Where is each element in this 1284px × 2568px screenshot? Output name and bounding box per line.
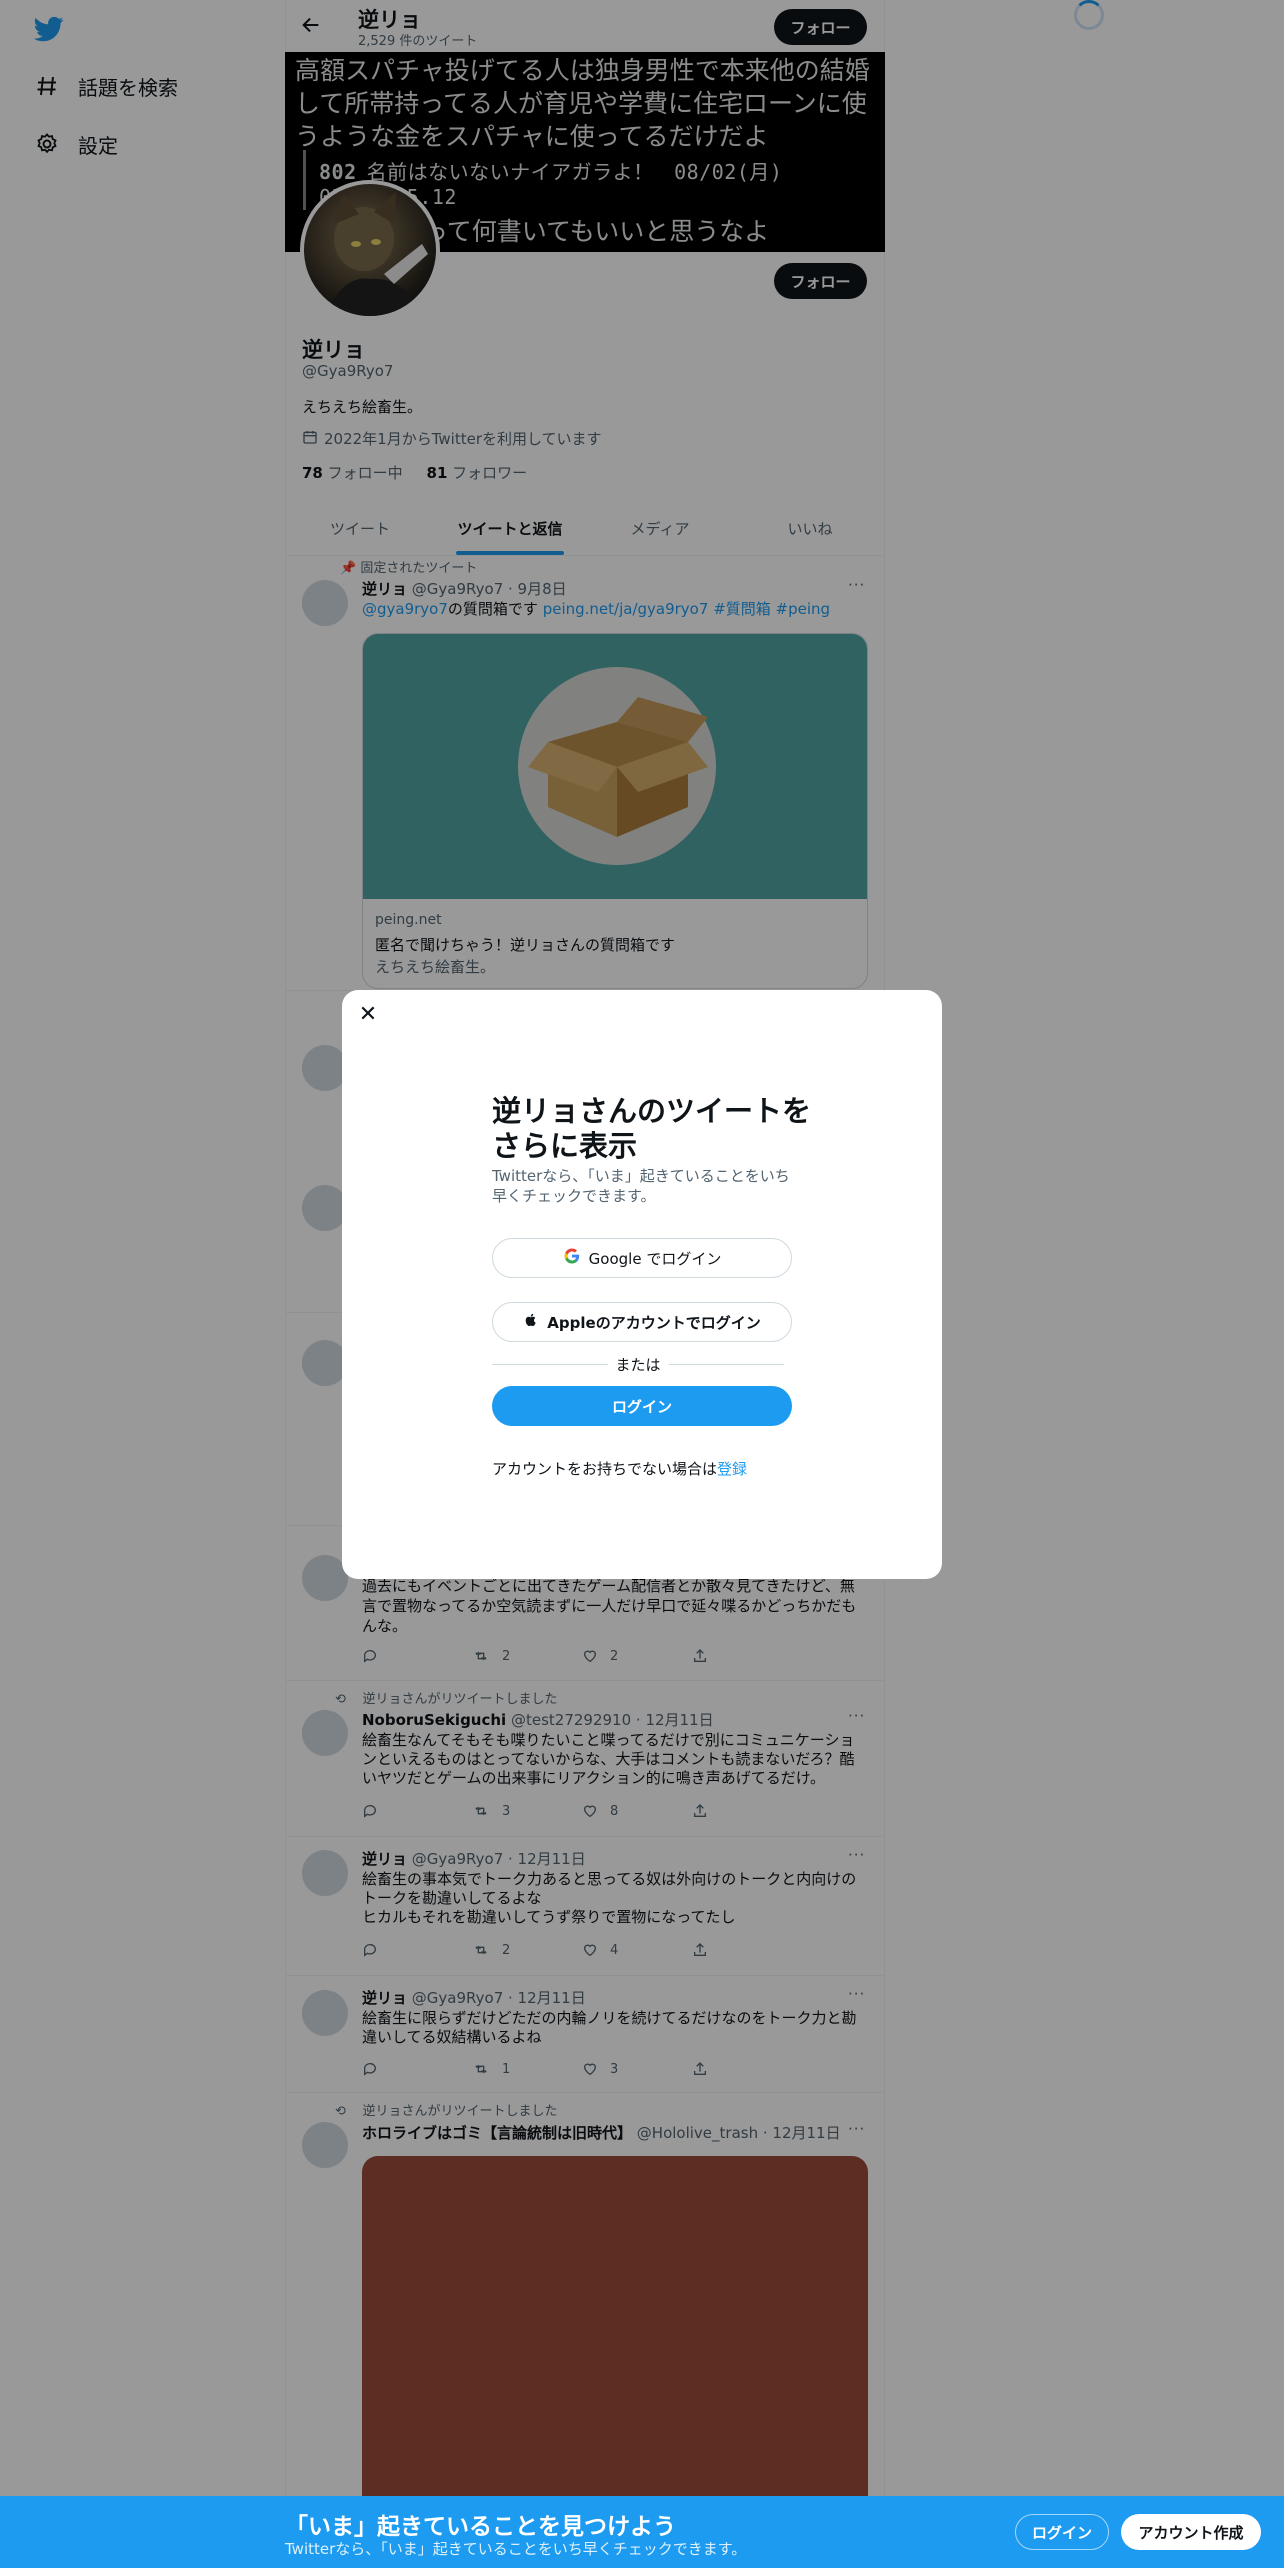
- modal-title: 逆リョさんのツイートをさらに表示: [492, 1094, 812, 1163]
- google-login-button[interactable]: Google でログイン: [492, 1238, 792, 1278]
- bottom-bar-title: 「いま」起きていることを見つけよう: [285, 2514, 676, 2540]
- create-account-button[interactable]: アカウント作成: [1121, 2514, 1261, 2550]
- google-login-label: Google でログイン: [588, 1249, 722, 1268]
- signup-link[interactable]: 登録: [717, 1460, 747, 1478]
- apple-icon: [523, 1311, 539, 1333]
- login-modal: [342, 990, 942, 1579]
- close-icon[interactable]: ✕: [356, 1002, 380, 1027]
- modal-subtitle: Twitterなら、「いま」起きていることをいち早くチェックできます。: [492, 1167, 790, 1205]
- bottom-bar-subtitle: Twitterなら、「いま」起きていることをいち早くチェックできます。: [285, 2540, 747, 2558]
- or-divider: または: [492, 1354, 785, 1374]
- apple-login-label: Appleのアカウントでログイン: [547, 1313, 761, 1332]
- google-icon: [563, 1247, 581, 1269]
- login-button[interactable]: ログイン: [492, 1386, 792, 1426]
- apple-login-button[interactable]: Appleのアカウントでログイン: [492, 1302, 792, 1342]
- signup-prompt: アカウントをお持ちでない場合は登録: [492, 1460, 748, 1478]
- bottom-login-button[interactable]: ログイン: [1015, 2514, 1109, 2550]
